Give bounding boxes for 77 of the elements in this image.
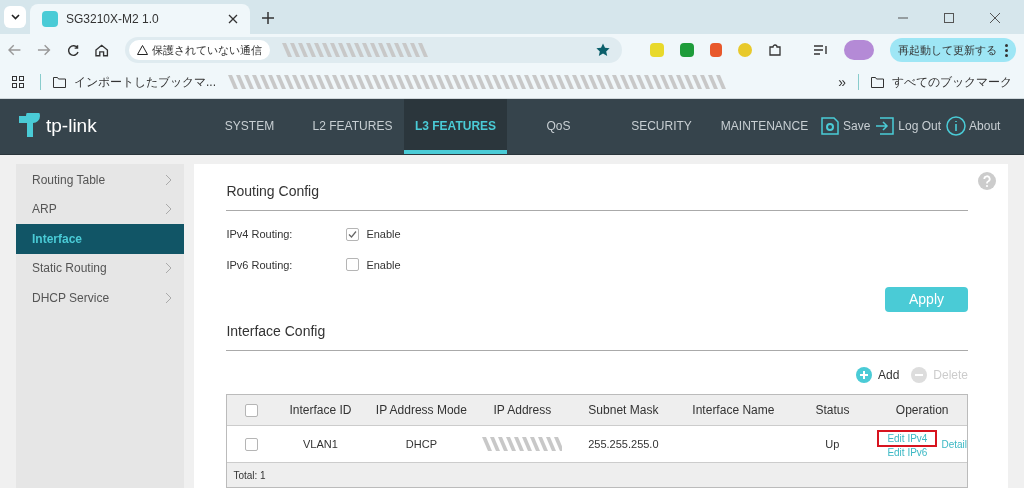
extension-icon[interactable]	[709, 43, 722, 58]
logo-icon	[16, 113, 42, 140]
column-header: IP Address Mode	[374, 402, 468, 419]
sidebar-item[interactable]: DHCP Service	[16, 283, 185, 313]
table-cell-text: Up	[824, 436, 841, 452]
section-title: Routing Config	[226, 181, 968, 211]
table-cell-text: DHCP	[404, 436, 438, 452]
security-label: 保護されていない通信	[151, 43, 262, 59]
table-cell-text: VLAN1	[301, 436, 339, 452]
checkbox[interactable]	[346, 258, 360, 272]
table-cell-text: 255.255.255.0	[587, 436, 660, 452]
nav-tab[interactable]: QoS	[507, 98, 610, 154]
nav-tab[interactable]: L2 FEATURES	[301, 98, 404, 154]
checkbox-label: Enable	[366, 227, 401, 242]
chevron-icon	[165, 173, 173, 186]
new-tab-icon[interactable]	[262, 11, 274, 24]
header-action[interactable]: Log Out	[875, 116, 942, 137]
update-button[interactable]: 再起動して更新する	[890, 38, 1016, 63]
close-icon[interactable]	[228, 13, 238, 24]
checkbox[interactable]	[244, 437, 258, 451]
logo-text: tp-link	[46, 114, 97, 139]
info-icon	[946, 116, 967, 137]
add-button[interactable]: Add	[855, 366, 900, 384]
column-header: Status	[814, 402, 851, 419]
back-icon[interactable]	[8, 44, 22, 57]
column-header: IP Address	[492, 402, 553, 419]
bookmark-item[interactable]: インポートしたブックマ...	[53, 73, 216, 92]
maximize-icon[interactable]	[944, 12, 954, 23]
header-action[interactable]: About	[946, 116, 1001, 137]
section-title: Interface Config	[226, 321, 968, 351]
checkbox-label: Enable	[366, 257, 401, 273]
column-header: Interface Name	[691, 402, 776, 419]
chevron-icon	[165, 262, 173, 275]
tab-list-button[interactable]	[4, 5, 26, 28]
tab-title: SG3210X-M2 1.0	[66, 10, 160, 28]
nav-tab[interactable]: MAINTENANCE	[713, 98, 816, 154]
checkbox[interactable]	[346, 227, 360, 241]
column-header: Subnet Mask	[587, 402, 660, 419]
table-footer: Total: 1	[227, 463, 967, 487]
chevron-icon	[165, 203, 173, 216]
sidebar-item[interactable]: Static Routing	[16, 253, 185, 283]
reload-icon[interactable]	[66, 43, 80, 57]
more-icon	[1005, 43, 1008, 57]
logout-icon	[875, 116, 896, 137]
nav-tab[interactable]: SYSTEM	[198, 98, 301, 154]
field-label: IPv4 Routing:	[226, 227, 294, 242]
address-field[interactable]: 保護されていない通信	[124, 37, 622, 64]
column-header: Operation	[894, 402, 950, 419]
folder-icon	[871, 76, 884, 88]
sidebar-item[interactable]: ARP	[16, 194, 185, 224]
star-icon[interactable]	[595, 43, 610, 58]
home-icon[interactable]	[95, 43, 109, 57]
security-chip[interactable]: 保護されていない通信	[128, 40, 270, 61]
profile-avatar[interactable]	[843, 40, 874, 61]
minus-icon	[911, 367, 928, 383]
bookmark-overflow[interactable]: »	[838, 71, 846, 93]
caret-icon	[10, 13, 20, 20]
plus-icon	[855, 367, 872, 383]
chevron-icon	[165, 291, 173, 304]
browser-tab[interactable]: SG3210X-M2 1.0	[30, 3, 250, 34]
all-bookmarks-item[interactable]: すべてのブックマーク	[871, 73, 1012, 92]
checkbox[interactable]	[244, 403, 258, 417]
header-action[interactable]: Save	[820, 116, 871, 137]
close-window-icon[interactable]	[990, 12, 1000, 23]
sidebar-item[interactable]: Interface	[16, 224, 185, 254]
favicon-icon	[42, 10, 58, 27]
field-label: IPv6 Routing:	[226, 257, 294, 273]
nav-tab[interactable]: SECURITY	[610, 98, 713, 154]
nav-tab[interactable]: L3 FEATURES	[404, 98, 507, 154]
column-header: Interface ID	[288, 402, 353, 419]
bookmark-label: すべてのブックマーク	[892, 74, 1012, 92]
sidebar-item[interactable]: Routing Table	[16, 165, 185, 195]
bookmark-label: インポートしたブックマ...	[74, 74, 216, 92]
apps-grid-icon[interactable]	[12, 76, 24, 89]
folder-icon	[53, 76, 66, 88]
media-icon[interactable]	[813, 44, 828, 57]
warning-icon	[136, 45, 148, 56]
